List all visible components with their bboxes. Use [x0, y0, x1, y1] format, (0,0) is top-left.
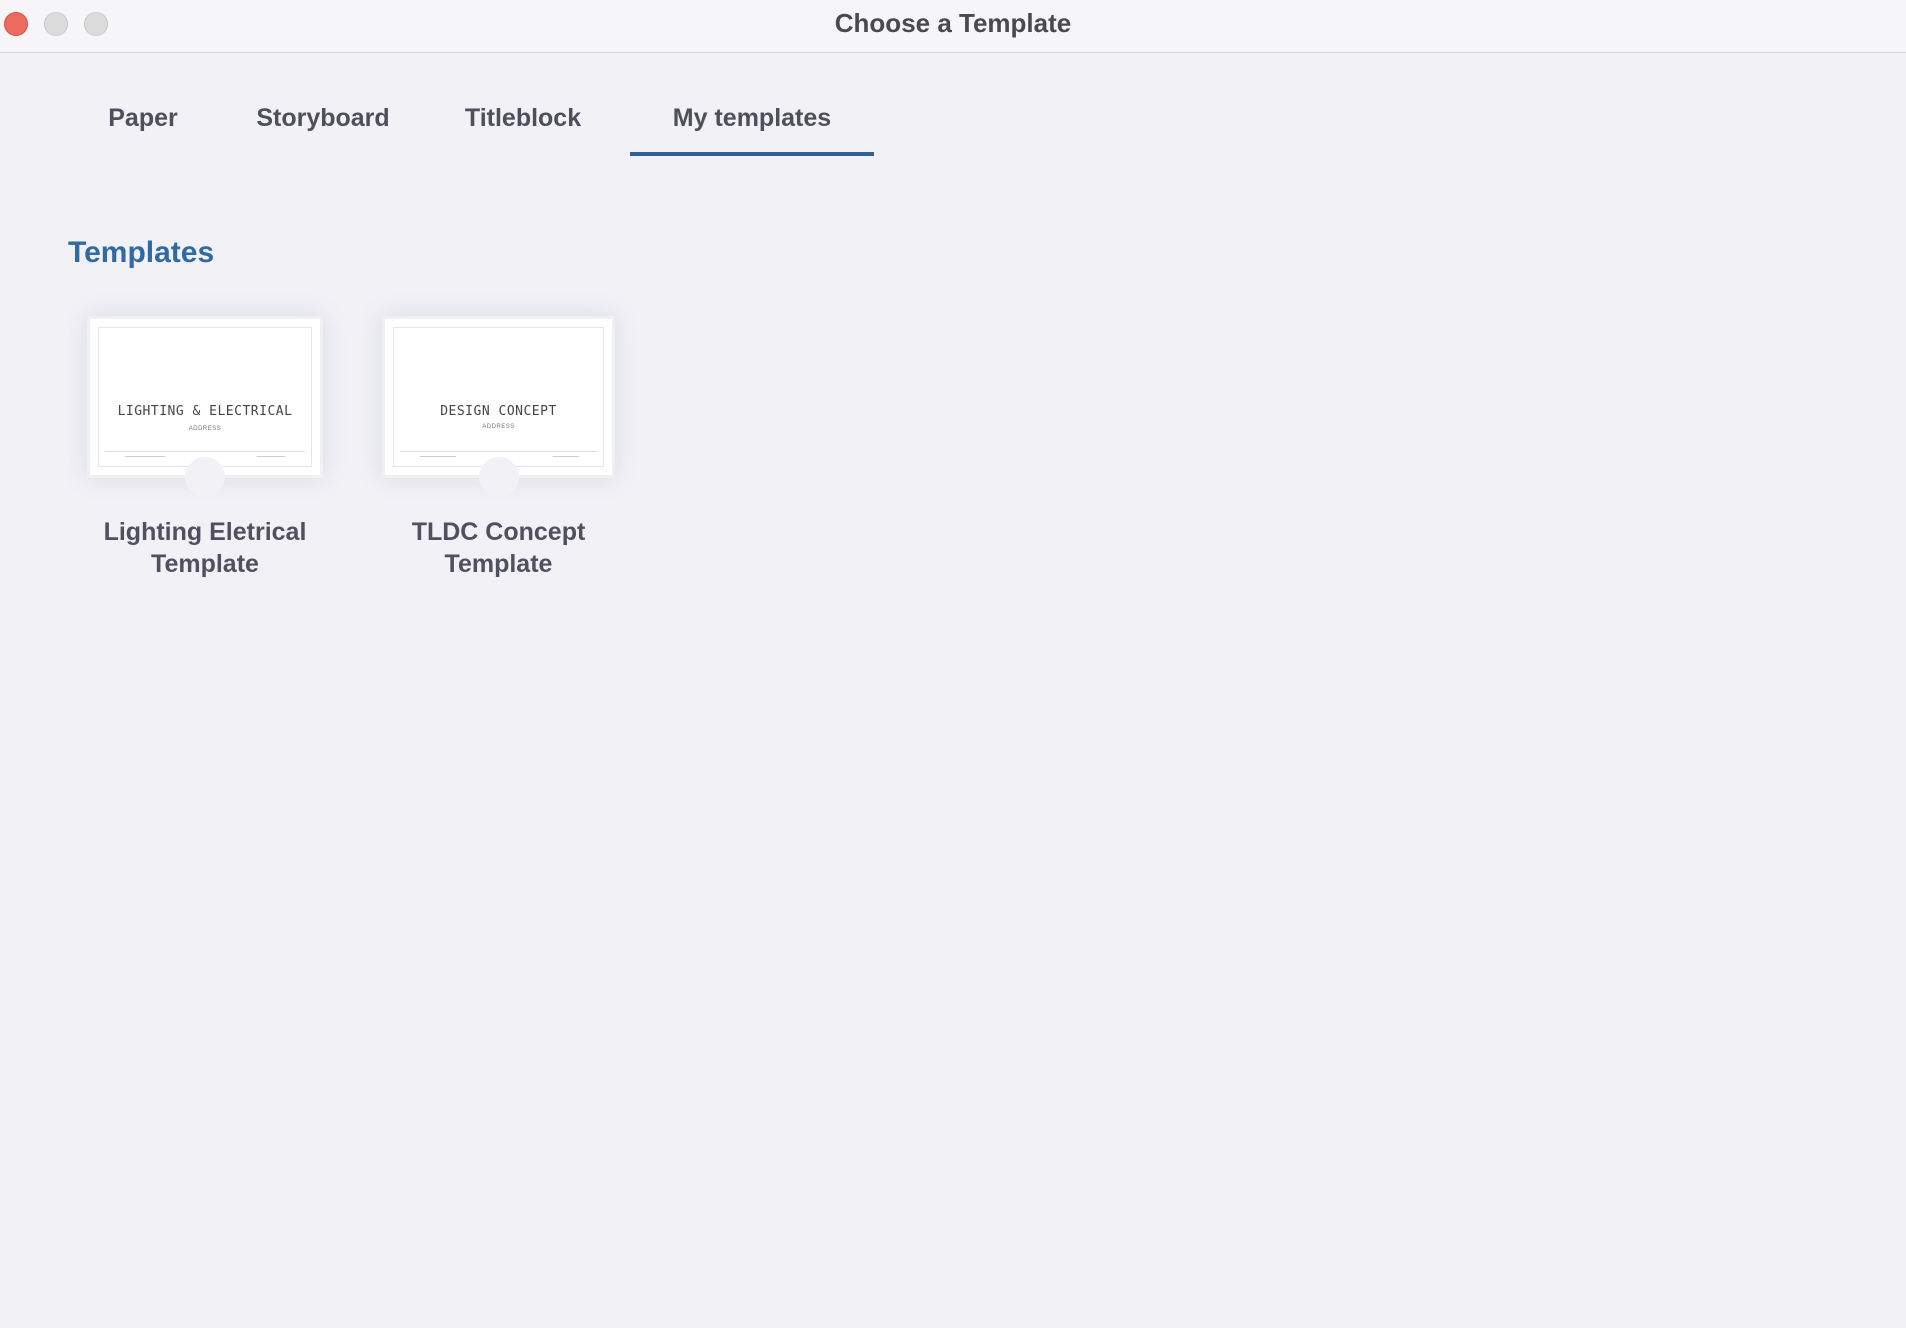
thumbnail-heading: DESIGN CONCEPT	[440, 404, 557, 419]
thumbnail-frame: LIGHTING & ELECTRICAL ADDRESS	[98, 327, 312, 467]
template-label-line: Template	[444, 550, 553, 578]
template-label-line: TLDC Concept	[411, 518, 586, 546]
titleblock-line	[125, 456, 165, 457]
titleblock-line	[553, 456, 579, 457]
template-label-line: Template	[151, 550, 259, 578]
thumbnail-frame: DESIGN CONCEPT ADDRESS	[393, 327, 604, 467]
template-card-tldc-concept[interactable]: DESIGN CONCEPT ADDRESS TLDC Concept Temp…	[382, 316, 615, 580]
titleblock-line	[420, 456, 456, 457]
select-indicator	[185, 457, 225, 497]
select-indicator	[478, 457, 519, 497]
tab-storyboard[interactable]: Storyboard	[238, 98, 408, 156]
titleblock-line	[257, 456, 285, 457]
tab-my-templates[interactable]: My templates	[630, 98, 874, 156]
thumbnail-subheading: ADDRESS	[188, 426, 222, 432]
template-label: Lighting Eletrical Template	[87, 516, 323, 580]
section-title: Templates	[68, 236, 215, 269]
tab-paper[interactable]: Paper	[68, 98, 218, 156]
template-card-lighting-electrical[interactable]: LIGHTING & ELECTRICAL ADDRESS Lighting E…	[87, 316, 323, 580]
template-label: TLDC Concept Template	[382, 516, 615, 580]
template-label-line: Lighting Eletrical	[103, 518, 307, 546]
template-thumbnail[interactable]: DESIGN CONCEPT ADDRESS	[382, 316, 615, 497]
thumbnail-subheading: ADDRESS	[482, 424, 515, 430]
template-thumbnail[interactable]: LIGHTING & ELECTRICAL ADDRESS	[87, 316, 323, 497]
tab-titleblock[interactable]: Titleblock	[443, 98, 603, 156]
window-title: Choose a Template	[834, 8, 1072, 38]
thumbnail-heading: LIGHTING & ELECTRICAL	[117, 404, 293, 419]
title-bar: Choose a Template	[0, 0, 1906, 53]
